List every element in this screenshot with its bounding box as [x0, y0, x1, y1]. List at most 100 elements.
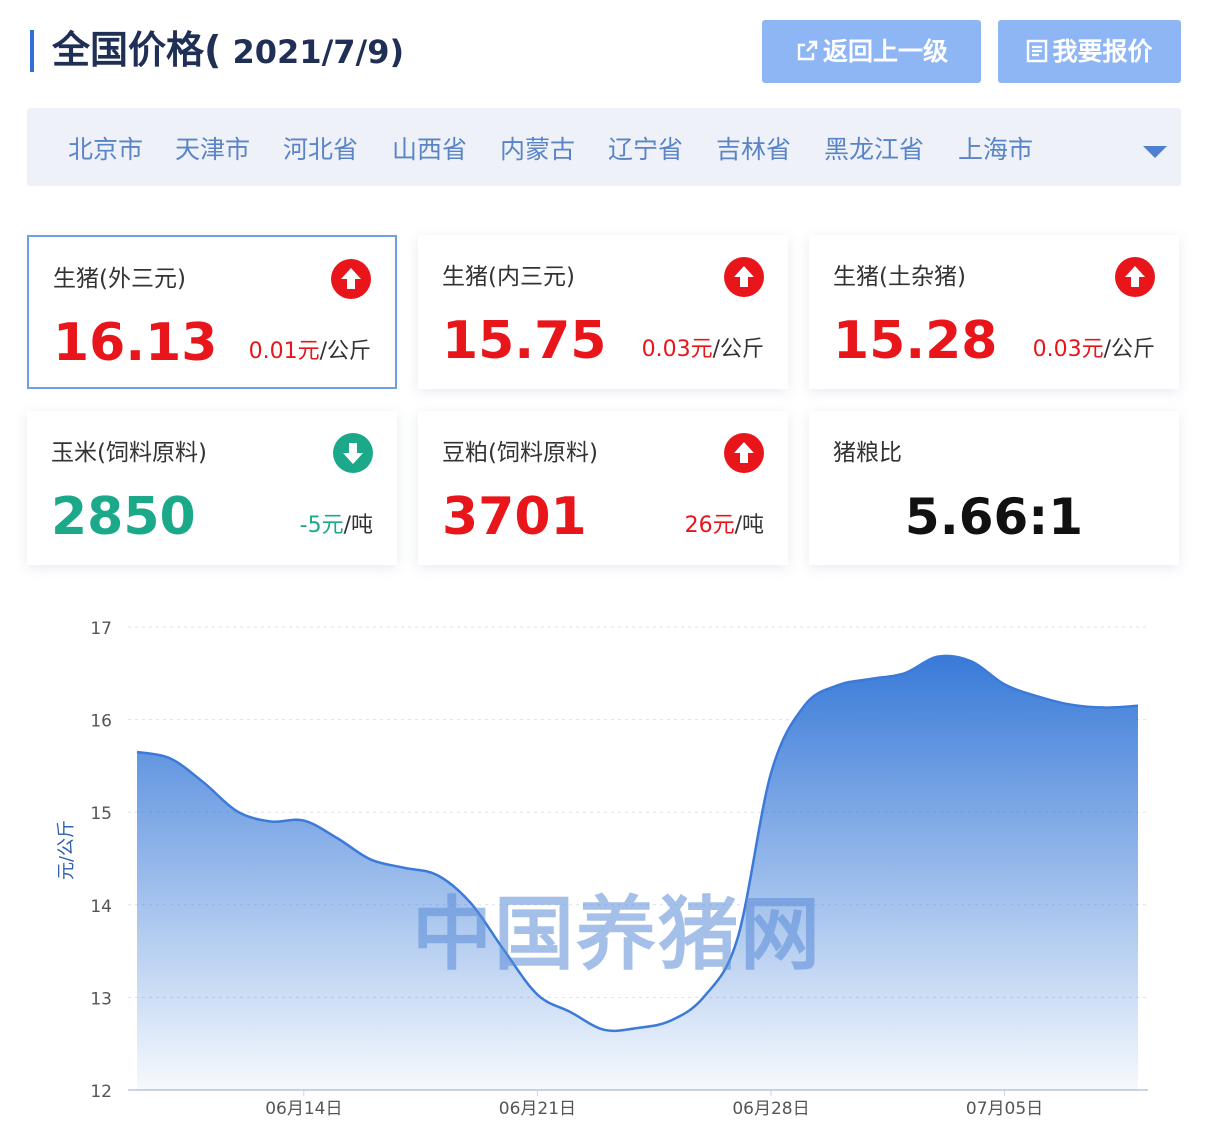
card-name: 豆粕(饲料原料) — [442, 440, 598, 466]
y-tick-label: 17 — [90, 619, 112, 639]
data-point[interactable] — [168, 756, 173, 761]
y-axis-label: 元/公斤 — [56, 820, 77, 880]
data-point[interactable] — [602, 1027, 607, 1032]
card-change: -5元/吨 — [300, 507, 373, 539]
chevron-down-icon[interactable] — [1143, 146, 1167, 158]
y-tick-label: 14 — [90, 897, 112, 917]
title-accent-bar — [30, 30, 34, 72]
watermark: 中国养猪网 — [412, 888, 822, 981]
page-title-text: 全国价格( — [52, 28, 222, 72]
card-value: 15.28 — [833, 311, 998, 371]
card-change-unit: /公斤 — [712, 337, 764, 362]
card-name: 生猪(土杂猪) — [833, 264, 966, 290]
card-change-amount: 26元 — [684, 513, 735, 538]
y-tick-label: 15 — [90, 804, 112, 824]
data-point[interactable] — [802, 703, 807, 708]
data-point[interactable] — [902, 671, 907, 676]
data-point[interactable] — [1102, 705, 1107, 710]
x-tick-label: 06月14日 — [265, 1099, 342, 1119]
x-tick-label: 07月05日 — [966, 1099, 1043, 1119]
data-point[interactable] — [869, 676, 874, 681]
card-change-amount: 0.01元 — [248, 339, 320, 364]
data-point[interactable] — [1136, 703, 1141, 708]
data-point[interactable] — [835, 683, 840, 688]
data-point[interactable] — [301, 818, 306, 823]
card-change: 0.03元/公斤 — [1033, 331, 1155, 363]
card-value: 16.13 — [53, 313, 218, 373]
quote-button[interactable]: 我要报价 — [998, 20, 1181, 83]
price-card-waisanyuan[interactable]: 生猪(外三元) 16.13 0.01元/公斤 — [27, 235, 397, 389]
region-tab-jilin[interactable]: 吉林省 — [716, 108, 791, 186]
price-chart: 17 16 15 14 13 12 06月14日 06月21日 06月28日 07月05日 元/… — [0, 590, 1222, 1144]
page-header: 全国价格( 2021/7/9) 返回上一级 我要报价 — [0, 0, 1222, 100]
price-card-hog-grain-ratio[interactable]: 猪粮比 5.66:1 — [809, 411, 1179, 565]
data-point[interactable] — [235, 809, 240, 814]
card-value: 5.66:1 — [904, 488, 1084, 546]
region-tab-heilongjiang[interactable]: 黑龙江省 — [824, 108, 924, 186]
card-change-unit: /公斤 — [319, 339, 371, 364]
card-change: 0.03元/公斤 — [642, 331, 764, 363]
data-point[interactable] — [1069, 702, 1074, 707]
external-link-icon — [797, 40, 818, 61]
card-value: 3701 — [442, 487, 587, 547]
price-card-corn[interactable]: 玉米(饲料原料) 2850 -5元/吨 — [27, 411, 397, 565]
card-change-amount: 0.03元 — [1032, 337, 1104, 362]
card-value: 15.75 — [442, 311, 607, 371]
y-tick-label: 12 — [90, 1082, 112, 1102]
data-point[interactable] — [535, 992, 540, 997]
data-point[interactable] — [635, 1025, 640, 1030]
price-chart-svg: 17 16 15 14 13 12 06月14日 06月21日 06月28日 07月05日 元/… — [56, 619, 1148, 1119]
data-point[interactable] — [335, 836, 340, 841]
x-tick-label: 06月21日 — [499, 1099, 576, 1119]
data-point[interactable] — [368, 857, 373, 862]
arrow-up-icon — [724, 257, 764, 297]
y-tick-label: 16 — [90, 712, 112, 732]
region-tab-tianjin[interactable]: 天津市 — [175, 108, 250, 186]
card-change-amount: 0.03元 — [641, 337, 713, 362]
data-point[interactable] — [268, 819, 273, 824]
region-tab-neimenggu[interactable]: 内蒙古 — [500, 108, 575, 186]
card-change: 0.01元/公斤 — [249, 333, 371, 365]
card-name: 猪粮比 — [833, 440, 902, 466]
y-tick-label: 13 — [90, 989, 112, 1009]
arrow-up-icon — [724, 433, 764, 473]
data-point[interactable] — [1002, 682, 1007, 687]
data-point[interactable] — [969, 659, 974, 664]
page-title-date: 2021/7/9) — [221, 33, 405, 71]
price-card-soymeal[interactable]: 豆粕(饲料原料) 3701 26元/吨 — [418, 411, 788, 565]
data-point[interactable] — [668, 1018, 673, 1023]
data-point[interactable] — [702, 994, 707, 999]
card-change: 26元/吨 — [685, 507, 764, 539]
card-change-unit: /公斤 — [1103, 337, 1155, 362]
data-point[interactable] — [935, 654, 940, 659]
region-tabs: 北京市 天津市 河北省 山西省 内蒙古 辽宁省 吉林省 黑龙江省 上海市 — [27, 108, 1181, 186]
data-point[interactable] — [1035, 694, 1040, 699]
card-name: 生猪(外三元) — [53, 266, 186, 292]
card-change-amount: -5元 — [299, 513, 344, 538]
region-tab-shanghai[interactable]: 上海市 — [958, 108, 1033, 186]
data-point[interactable] — [568, 1010, 573, 1015]
arrow-up-icon — [1115, 257, 1155, 297]
card-change-unit: /吨 — [343, 513, 373, 538]
page-title: 全国价格( 2021/7/9) — [52, 22, 404, 78]
region-tab-beijing[interactable]: 北京市 — [68, 108, 143, 186]
x-tick-label: 06月28日 — [732, 1099, 809, 1119]
data-point[interactable] — [201, 780, 206, 785]
arrow-up-icon — [331, 259, 371, 299]
region-tab-liaoning[interactable]: 辽宁省 — [608, 108, 683, 186]
region-tab-hebei[interactable]: 河北省 — [283, 108, 358, 186]
data-point[interactable] — [135, 750, 140, 755]
card-value: 2850 — [51, 487, 196, 547]
arrow-down-icon — [333, 433, 373, 473]
card-name: 生猪(内三元) — [442, 264, 575, 290]
quote-button-label: 我要报价 — [1052, 37, 1153, 66]
region-tab-shanxi[interactable]: 山西省 — [392, 108, 467, 186]
price-card-tuzazhu[interactable]: 生猪(土杂猪) 15.28 0.03元/公斤 — [809, 235, 1179, 389]
data-point[interactable] — [768, 771, 773, 776]
back-button-label: 返回上一级 — [822, 37, 948, 66]
card-name: 玉米(饲料原料) — [51, 440, 207, 466]
data-point[interactable] — [401, 865, 406, 870]
price-card-neisanyuan[interactable]: 生猪(内三元) 15.75 0.03元/公斤 — [418, 235, 788, 389]
back-button[interactable]: 返回上一级 — [762, 20, 981, 83]
document-icon — [1027, 39, 1048, 63]
